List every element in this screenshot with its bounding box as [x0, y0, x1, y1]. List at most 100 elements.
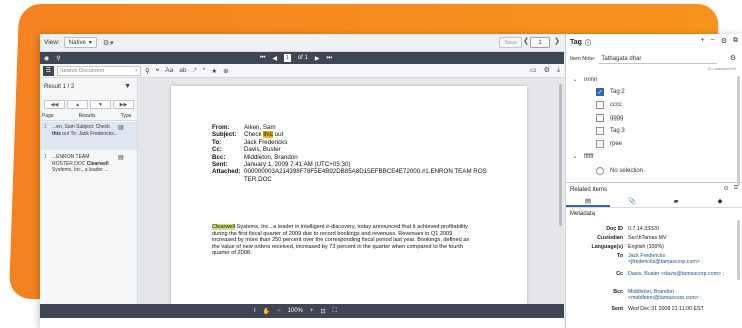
tag-actions: + − ⚙ ⧉	[701, 37, 738, 45]
app-window: View: Native ▾ ⚙ ▾ Save ❮ 1 ❯ ◉ ⚲ ⏮ ◀ 1 …	[40, 34, 742, 328]
next-result-button[interactable]: ▼	[90, 100, 111, 109]
text-cursor-icon[interactable]: I	[254, 308, 256, 314]
popout-icon[interactable]: ⧉	[734, 185, 738, 192]
tag-item[interactable]: rpee	[596, 140, 622, 148]
tab-document-icon[interactable]: ▤	[566, 196, 610, 207]
gear-icon[interactable]: ⚙	[721, 37, 727, 45]
tag-item[interactable]: ✓ Tag 2	[596, 88, 625, 96]
radio-icon[interactable]	[596, 167, 604, 175]
zoom-in-icon[interactable]: +	[310, 308, 314, 314]
page-of-label: of 1	[297, 55, 308, 61]
checkbox-checked-icon[interactable]: ✓	[596, 88, 604, 96]
zoom-out-icon[interactable]: −	[277, 308, 281, 314]
viewer-toolbar: ◉ ⚲ ⏮ ◀ 1 of 1 ▶ ⏭	[40, 52, 564, 64]
metadata-row: Doc ID 0.7.14.33320	[566, 226, 742, 232]
next-document-button[interactable]: ❯	[554, 37, 560, 45]
checkbox-icon[interactable]	[596, 101, 604, 109]
tab-folder-icon[interactable]: ▰	[654, 196, 698, 207]
whole-word-icon[interactable]: ab	[179, 67, 186, 75]
characters-left: 241 characters left	[707, 67, 736, 71]
result-row[interactable]: 1 ...ENRON TEAM ROSTER.DOC Clearwell Sys…	[40, 152, 137, 180]
last-result-button[interactable]: ▶▶	[113, 100, 134, 109]
metadata-row: To Jack Fredericks <jfredericks@tamascor…	[566, 253, 742, 265]
metadata-value[interactable]: Davis, Buster <davis@tamascorp.com> ;	[628, 271, 736, 277]
view-settings-dropdown[interactable]: ⚙ ▾	[103, 39, 114, 47]
gear-icon[interactable]: ⚙	[730, 54, 736, 62]
search-hit-highlight: this	[263, 131, 273, 139]
results-list-icon[interactable]: ☰	[43, 65, 54, 76]
first-result-button[interactable]: ◀◀	[44, 100, 65, 109]
stage: View: Native ▾ ⚙ ▾ Save ❮ 1 ❯ ◉ ⚲ ⏮ ◀ 1 …	[0, 0, 742, 328]
minus-icon[interactable]: −	[711, 37, 715, 45]
first-page-icon[interactable]: ⏮	[260, 55, 265, 62]
tab-tag-icon[interactable]: ◆	[698, 196, 742, 207]
cc-value: Davis, Buster	[244, 146, 281, 154]
quote-icon[interactable]: ❝	[156, 67, 160, 75]
previous-document-button[interactable]: ❮	[523, 37, 529, 45]
fullscreen-icon[interactable]: ⛶	[333, 308, 337, 315]
tag-scrollbar[interactable]	[737, 76, 740, 186]
comment-icon[interactable]: ▭	[530, 66, 537, 74]
sent-label: Sent:	[212, 161, 228, 169]
checkbox-icon[interactable]	[596, 114, 604, 122]
subject-value: Check this out	[244, 131, 284, 139]
gear-icon[interactable]: ⚙	[723, 185, 728, 192]
last-page-icon[interactable]: ⏭	[326, 55, 331, 62]
document-pane: View: Native ▾ ⚙ ▾ Save ❮ 1 ❯ ◉ ⚲ ⏮ ◀ 1 …	[40, 34, 564, 328]
checkbox-icon[interactable]	[596, 140, 604, 148]
fit-page-icon[interactable]: ⊡	[321, 308, 326, 315]
document-number-input[interactable]: 1	[530, 37, 550, 48]
save-button[interactable]: Save	[499, 37, 522, 48]
hand-icon[interactable]: ✋	[263, 308, 270, 315]
tag-item[interactable]: Tag 3	[596, 127, 625, 135]
metadata-value[interactable]: Jack Fredericks <jfredericks@tamascorp.c…	[628, 253, 736, 265]
attached-value: 000000003A214398F78F5E4B92DB85A8D15EFBBC…	[244, 168, 487, 183]
bcc-label: Bcc:	[212, 153, 226, 161]
tag-group-nnnn[interactable]: ⌄ nnnn	[570, 76, 597, 84]
popout-icon[interactable]: ⧉	[733, 37, 738, 45]
settings-icon[interactable]: ⚙	[544, 66, 550, 74]
previous-page-icon[interactable]: ◀	[272, 55, 277, 62]
clear-icon[interactable]: ×	[135, 68, 138, 74]
metadata-scrollbar[interactable]	[737, 220, 740, 280]
related-actions: ⚙ ⧉	[723, 185, 738, 192]
search-document-input[interactable]: Search Document ×	[57, 65, 141, 76]
search-icon[interactable]: ⚲	[145, 67, 150, 75]
metadata-value: Sec\hTamas.MV	[628, 235, 667, 241]
star-icon[interactable]: ★	[211, 67, 217, 75]
tag-group-ffffff[interactable]: ⌄ ffffff	[570, 153, 593, 161]
bcc-value: Middleton, Brandon	[244, 153, 298, 161]
tag-item[interactable]: cccc	[596, 101, 622, 109]
tag-item-label: No selection	[610, 168, 644, 174]
add-icon[interactable]: +	[701, 37, 705, 45]
document-page: From: Aiken, Sam Subject: Check this out T…	[171, 86, 527, 304]
tag-item-label: cccc	[610, 102, 622, 108]
next-page-icon[interactable]: ▶	[315, 55, 320, 62]
info-icon[interactable]: ⓘ	[585, 38, 591, 47]
metadata-value: 0.7.14.33320	[628, 226, 659, 232]
tag-item[interactable]: gggg	[596, 114, 623, 122]
download-icon[interactable]: ⤓	[557, 66, 560, 74]
tag-item[interactable]: No selection	[596, 167, 643, 175]
target-icon[interactable]: ⊕	[223, 67, 228, 75]
metadata-value[interactable]: Middleton, Brandon <middleton@tamascorp.…	[628, 289, 736, 301]
results-count: Result 1 / 2	[44, 84, 75, 90]
result-page-number: 1	[44, 124, 47, 130]
page-input[interactable]: 1	[284, 54, 291, 62]
filter-icon[interactable]: ▼	[124, 83, 131, 90]
previous-result-button[interactable]: ▲	[67, 100, 88, 109]
metadata-row: Cc Davis, Buster <davis@tamascorp.com> ;	[566, 271, 742, 277]
view-mode-dropdown[interactable]: Native ▾	[63, 37, 97, 48]
results-navigation: ◀◀ ▲ ▼ ▶▶	[44, 100, 134, 109]
tab-attachment-icon[interactable]: 📎	[610, 196, 654, 207]
wildcard-icon[interactable]: *	[203, 67, 206, 75]
item-note-input[interactable]: Tathagata dhar	[599, 54, 718, 64]
viewer-scrollbar[interactable]	[559, 84, 562, 226]
checkbox-icon[interactable]	[596, 127, 604, 135]
match-case-icon[interactable]: Aa	[165, 67, 173, 75]
search-icon[interactable]: ⚲	[56, 55, 60, 62]
result-row[interactable]: 1 ...en, Sam Subject: Check this out To:…	[40, 122, 137, 150]
metadata-row: Bcc Middleton, Brandon <middleton@tamasc…	[566, 289, 742, 301]
regex-icon[interactable]: .*	[192, 67, 196, 75]
eye-icon[interactable]: ◉	[44, 55, 49, 62]
